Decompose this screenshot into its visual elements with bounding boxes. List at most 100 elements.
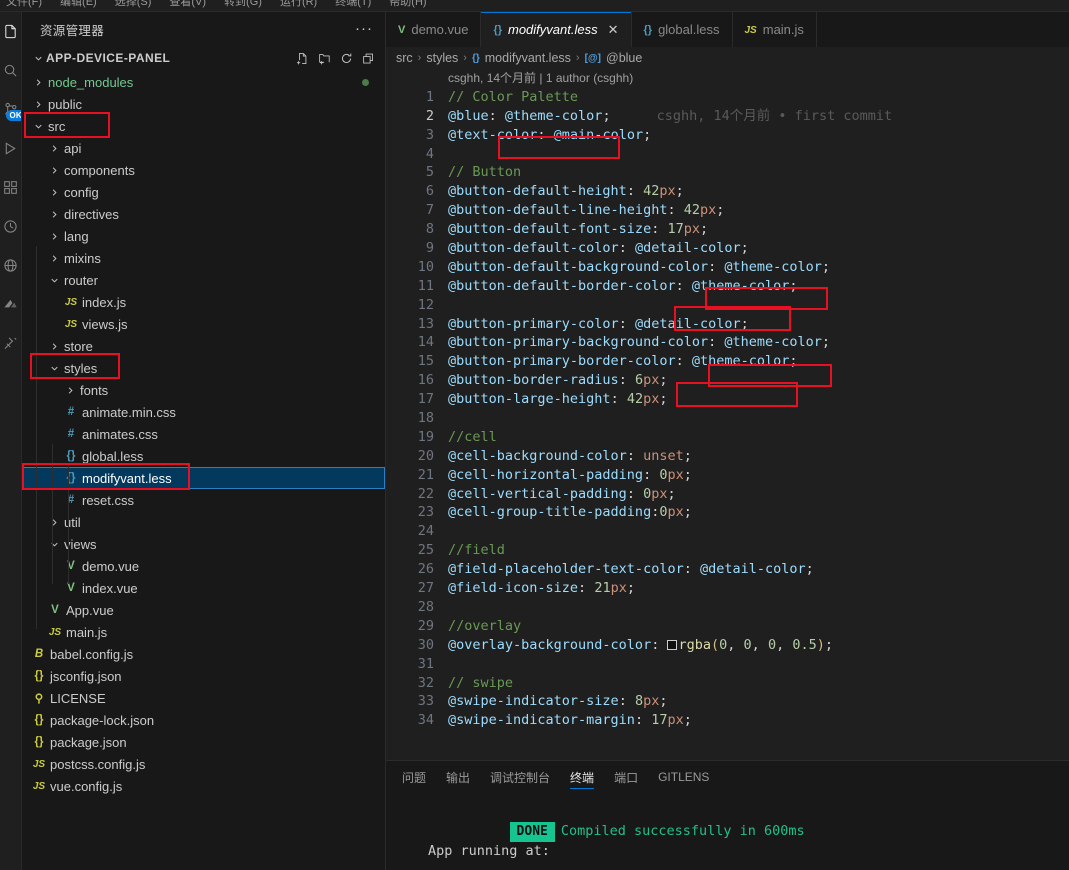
- tree-folder-store[interactable]: store: [22, 335, 385, 357]
- code-line-27[interactable]: @field-icon-size: 21px;: [448, 579, 1040, 598]
- refresh-icon[interactable]: [340, 52, 353, 65]
- breadcrumb-segment-1[interactable]: styles: [426, 51, 458, 65]
- close-icon[interactable]: ✕: [608, 23, 619, 36]
- panel-tabs[interactable]: 问题 输出 调试控制台 终端 端口 GITLENS: [386, 761, 1069, 793]
- tree-file-App.vue[interactable]: V App.vue: [22, 599, 385, 621]
- terminal-output[interactable]: DONE Compiled successfully in 600ms App r…: [386, 793, 1069, 870]
- tree-file-animate.min.css[interactable]: # animate.min.css: [22, 401, 385, 423]
- code-line-23[interactable]: @cell-group-title-padding:0px;: [448, 503, 1040, 522]
- tree-folder-mixins[interactable]: mixins: [22, 247, 385, 269]
- code-line-21[interactable]: @cell-horizontal-padding: 0px;: [448, 466, 1040, 485]
- tree-file-babel.config.js[interactable]: Bbabel.config.js: [22, 643, 385, 665]
- tree-file-postcss.config.js[interactable]: JS postcss.config.js: [22, 753, 385, 775]
- menu-item-6[interactable]: 终端(T): [335, 0, 371, 8]
- code-line-18[interactable]: [448, 409, 1040, 428]
- code-line-1[interactable]: // Color Palette: [448, 88, 1040, 107]
- tree-folder-lang[interactable]: lang: [22, 225, 385, 247]
- code-line-22[interactable]: @cell-vertical-padding: 0px;: [448, 485, 1040, 504]
- breadcrumb[interactable]: src › styles › {} modifyvant.less › [@] @blue: [386, 47, 1069, 69]
- tree-file-global.less[interactable]: {} global.less: [22, 445, 385, 467]
- tree-file-main.js[interactable]: JS main.js: [22, 621, 385, 643]
- code-line-11[interactable]: @button-default-border-color: @theme-col…: [448, 277, 1040, 296]
- menu-item-0[interactable]: 文件(F): [6, 0, 42, 8]
- code-line-20[interactable]: @cell-background-color: unset;: [448, 447, 1040, 466]
- tree-file-package.json[interactable]: {} package.json: [22, 731, 385, 753]
- tree-file-modifyvant.less[interactable]: {} modifyvant.less: [22, 467, 385, 489]
- test-icon[interactable]: [0, 332, 21, 354]
- editor-tabs[interactable]: Vdemo.vue {} modifyvant.less ✕ {} global.less…: [386, 12, 1069, 47]
- code-line-5[interactable]: // Button: [448, 163, 1040, 182]
- code-line-7[interactable]: @button-default-line-height: 42px;: [448, 201, 1040, 220]
- menu-item-7[interactable]: 帮助(H): [389, 0, 426, 8]
- code-line-13[interactable]: @button-primary-color: @detail-color;: [448, 315, 1040, 334]
- menu-item-5[interactable]: 运行(R): [280, 0, 317, 8]
- code-line-15[interactable]: @button-primary-border-color: @theme-col…: [448, 352, 1040, 371]
- editor-tab-modifyvant.less[interactable]: {} modifyvant.less ✕: [481, 12, 632, 47]
- menu-item-1[interactable]: 编辑(E): [60, 0, 97, 8]
- panel-tab-3[interactable]: 终端: [570, 761, 595, 793]
- tree-file-package-lock.json[interactable]: {} package-lock.json: [22, 709, 385, 731]
- code-line-10[interactable]: @button-default-background-color: @theme…: [448, 258, 1040, 277]
- code-editor[interactable]: 1 2 3 4 5 6 7 8 9 10 11 12 13 14 15 16 17 18 19 20 21 22 23 24 2…: [386, 69, 1069, 760]
- tree-folder-router[interactable]: router: [22, 269, 385, 291]
- editor-tab-main.js[interactable]: JS main.js: [732, 12, 817, 47]
- tree-folder-node_modules[interactable]: node_modules: [22, 71, 385, 93]
- tree-file-views.js[interactable]: JS views.js: [22, 313, 385, 335]
- code-line-17[interactable]: @button-large-height: 42px;: [448, 390, 1040, 409]
- extensions-icon[interactable]: [0, 176, 21, 198]
- tree-file-index.js[interactable]: JS index.js: [22, 291, 385, 313]
- code-line-19[interactable]: //cell: [448, 428, 1040, 447]
- clock-icon[interactable]: [0, 215, 21, 237]
- tree-folder-api[interactable]: api: [22, 137, 385, 159]
- tree-folder-util[interactable]: util: [22, 511, 385, 533]
- code-line-16[interactable]: @button-border-radius: 6px;: [448, 371, 1040, 390]
- remote-explorer-icon[interactable]: [0, 254, 21, 276]
- code-line-34[interactable]: @swipe-indicator-margin: 17px;: [448, 711, 1040, 730]
- code-line-8[interactable]: @button-default-font-size: 17px;: [448, 220, 1040, 239]
- code-line-33[interactable]: @swipe-indicator-size: 8px;: [448, 692, 1040, 711]
- breadcrumb-segment-0[interactable]: src: [396, 51, 413, 65]
- menu-item-2[interactable]: 选择(S): [115, 0, 152, 8]
- tree-folder-styles[interactable]: styles: [22, 357, 385, 379]
- code-line-24[interactable]: [448, 522, 1040, 541]
- tree-folder-src[interactable]: src: [22, 115, 385, 137]
- code-line-3[interactable]: @text-color: @main-color;: [448, 126, 1040, 145]
- run-debug-icon[interactable]: [0, 137, 21, 159]
- editor-tab-global.less[interactable]: {} global.less: [631, 12, 733, 47]
- code-line-12[interactable]: [448, 296, 1040, 315]
- code-line-9[interactable]: @button-default-color: @detail-color;: [448, 239, 1040, 258]
- tree-file-demo.vue[interactable]: Vdemo.vue: [22, 555, 385, 577]
- menu-item-3[interactable]: 查看(V): [169, 0, 206, 8]
- code-content[interactable]: csghh, 14个月前 | 1 author (csghh) // Color …: [448, 69, 1040, 760]
- panel-tab-2[interactable]: 调试控制台: [490, 761, 550, 793]
- code-line-32[interactable]: // swipe: [448, 674, 1040, 693]
- tree-folder-config[interactable]: config: [22, 181, 385, 203]
- panel-tab-0[interactable]: 问题: [402, 761, 426, 793]
- panel-tab-1[interactable]: 输出: [446, 761, 470, 793]
- code-line-29[interactable]: //overlay: [448, 617, 1040, 636]
- source-control-icon[interactable]: OK: [0, 98, 21, 121]
- tree-folder-components[interactable]: components: [22, 159, 385, 181]
- gitlens-icon[interactable]: [0, 293, 21, 315]
- code-line-6[interactable]: @button-default-height: 42px;: [448, 182, 1040, 201]
- breadcrumb-segment-2[interactable]: modifyvant.less: [485, 51, 571, 65]
- code-line-4[interactable]: [448, 145, 1040, 164]
- code-line-26[interactable]: @field-placeholder-text-color: @detail-c…: [448, 560, 1040, 579]
- editor-tab-demo.vue[interactable]: Vdemo.vue: [386, 12, 482, 47]
- code-line-14[interactable]: @button-primary-background-color: @theme…: [448, 333, 1040, 352]
- code-line-28[interactable]: [448, 598, 1040, 617]
- editor-vertical-scrollbar[interactable]: [1062, 69, 1069, 760]
- panel-tab-5[interactable]: GITLENS: [658, 761, 709, 793]
- workspace-folder-header[interactable]: APP-DEVICE-PANEL: [22, 46, 385, 70]
- tree-file-reset.css[interactable]: # reset.css: [22, 489, 385, 511]
- collapse-all-icon[interactable]: [362, 52, 375, 65]
- tree-folder-views[interactable]: views: [22, 533, 385, 555]
- code-line-2[interactable]: @blue: @theme-color; csghh, 14个月前 • first…: [448, 107, 1040, 126]
- tree-folder-directives[interactable]: directives: [22, 203, 385, 225]
- tree-file-jsconfig.json[interactable]: {} jsconfig.json: [22, 665, 385, 687]
- tree-folder-public[interactable]: public: [22, 93, 385, 115]
- search-icon[interactable]: [0, 59, 21, 81]
- minimap[interactable]: [1040, 69, 1062, 760]
- tree-file-animates.css[interactable]: # animates.css: [22, 423, 385, 445]
- breadcrumb-segment-3[interactable]: @blue: [606, 51, 642, 65]
